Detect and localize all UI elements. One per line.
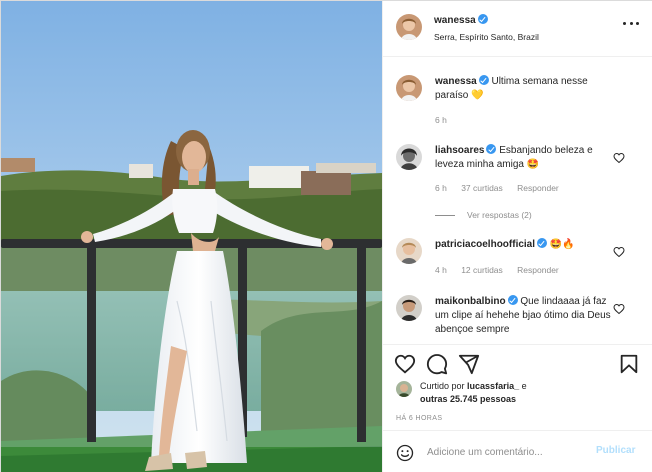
post-actions: Curtido por lucassfaria_ e outras 25.745… xyxy=(383,344,652,430)
comment-time[interactable]: 6 h xyxy=(435,183,447,193)
comment-username[interactable]: patriciacoelhoofficial xyxy=(435,239,535,250)
replies-line xyxy=(435,214,455,216)
verified-badge-icon xyxy=(507,295,518,305)
comment-likes[interactable]: 37 curtidas xyxy=(461,183,503,193)
comment-username[interactable]: liahsoares xyxy=(435,145,484,156)
liked-by-prefix: Curtido por xyxy=(420,381,465,391)
verified-badge-icon xyxy=(478,75,489,85)
commenter-avatar[interactable] xyxy=(396,144,422,170)
comment-like-heart-icon[interactable] xyxy=(613,303,625,315)
liker-avatar[interactable] xyxy=(396,381,412,397)
view-replies-label: Ver respostas (2) xyxy=(467,210,532,220)
comment-like-heart-icon[interactable] xyxy=(613,246,625,258)
comment-reply-button[interactable]: Responder xyxy=(517,183,559,193)
comment-username[interactable]: maikonbalbino xyxy=(435,296,506,307)
commenter-avatar[interactable] xyxy=(396,238,422,264)
share-icon[interactable] xyxy=(458,353,480,375)
more-options-icon[interactable] xyxy=(623,22,639,28)
verified-badge-icon xyxy=(537,238,548,248)
comment-time[interactable]: 4 h xyxy=(435,265,447,275)
bookmark-icon[interactable] xyxy=(618,353,640,375)
verified-badge-icon xyxy=(486,144,497,154)
comment-meta: 6 h 37 curtidas Responder xyxy=(435,183,571,193)
caption-username[interactable]: wanessa xyxy=(435,76,477,87)
author-avatar[interactable] xyxy=(396,14,422,40)
caption-avatar[interactable] xyxy=(396,75,422,101)
comments-list[interactable]: wanessa Ultima semana nesse paraíso 💛 6 … xyxy=(383,58,652,344)
comment-text: 🤩🔥 xyxy=(549,239,575,250)
comment-icon[interactable] xyxy=(426,353,448,375)
commenter-avatar[interactable] xyxy=(396,295,422,321)
verified-badge-icon xyxy=(477,14,488,24)
comment-likes[interactable]: 12 curtidas xyxy=(461,265,503,275)
comment-input[interactable] xyxy=(427,442,587,462)
post-side-panel: wanessa Serra, Espírito Santo, Brazil wa… xyxy=(382,1,652,472)
post-photo[interactable] xyxy=(1,1,382,472)
view-replies-button[interactable]: Ver respostas (2) xyxy=(435,210,532,220)
caption-meta: 6 h xyxy=(435,115,459,125)
post-location[interactable]: Serra, Espírito Santo, Brazil xyxy=(434,32,539,42)
emoji-icon[interactable] xyxy=(396,444,414,462)
author-username[interactable]: wanessa xyxy=(434,15,476,26)
photo-illustration xyxy=(1,1,382,472)
post-timestamp[interactable]: HÁ 6 HORAS xyxy=(396,415,442,422)
publish-button[interactable]: Publicar xyxy=(596,445,635,456)
comment-like-heart-icon[interactable] xyxy=(613,152,625,164)
add-comment-bar: Publicar xyxy=(383,430,652,472)
comment-reply-button[interactable]: Responder xyxy=(517,265,559,275)
heart-icon[interactable] xyxy=(394,353,416,375)
liked-by-user[interactable]: lucassfaria_ xyxy=(467,381,519,391)
liked-by-text[interactable]: Curtido por lucassfaria_ e outras 25.745… xyxy=(420,380,590,406)
post-header: wanessa Serra, Espírito Santo, Brazil xyxy=(383,1,652,57)
liked-by-others[interactable]: outras 25.745 pessoas xyxy=(420,394,516,404)
caption-time[interactable]: 6 h xyxy=(435,115,447,125)
liked-by-conjunction: e xyxy=(521,381,527,391)
instagram-post: wanessa Serra, Espírito Santo, Brazil wa… xyxy=(0,0,652,472)
comment-meta: 4 h 12 curtidas Responder xyxy=(435,265,571,275)
